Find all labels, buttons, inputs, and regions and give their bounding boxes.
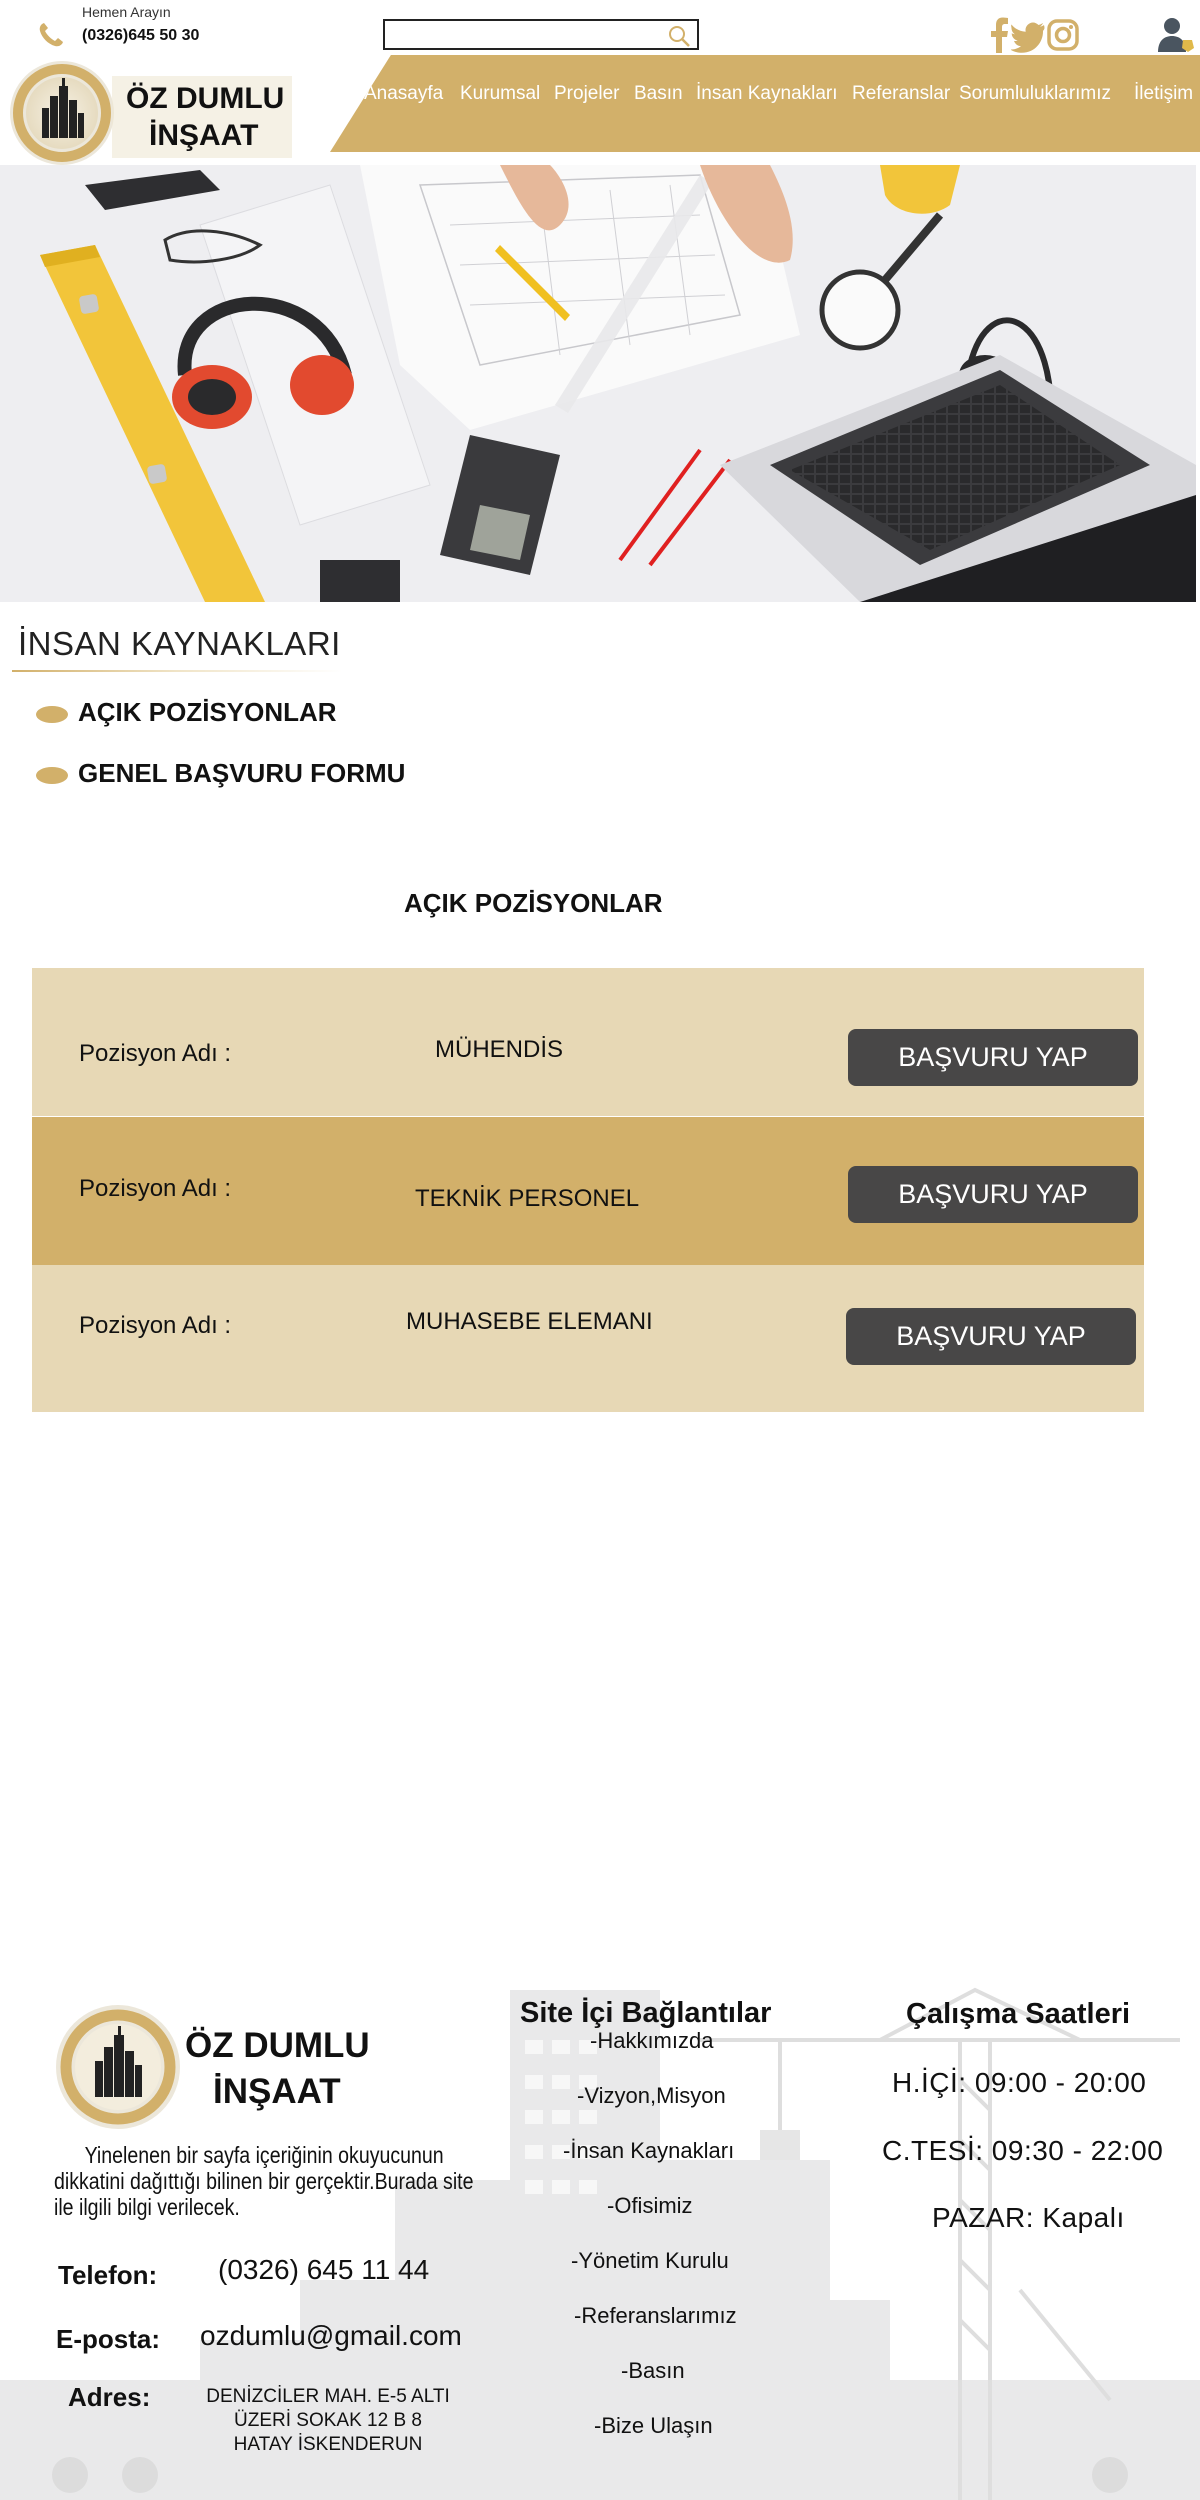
company-logo[interactable]: ÖZ DUMLU İNŞAAT — [4, 58, 294, 168]
footer-description: Yinelenen bir sayfa içeriğinin okuyucunu… — [54, 2142, 474, 2220]
footer-logo[interactable]: ÖZ DUMLU İNŞAAT — [48, 1999, 378, 2134]
phone-label: Telefon: — [58, 2260, 158, 2290]
instagram-icon[interactable] — [1046, 17, 1080, 53]
footer-link-yonetim-kurulu[interactable]: -Yönetim Kurulu — [571, 2248, 729, 2274]
position-row: Pozisyon Adı : TEKNİK PERSONEL BAŞVURU Y… — [32, 1117, 1144, 1265]
nav-bar: Anasayfa Kurumsal Projeler Basın İnsan K… — [330, 55, 1200, 152]
footer-phone[interactable]: (0326) 645 11 44 — [218, 2254, 429, 2286]
brand-line1: ÖZ DUMLU — [126, 82, 284, 115]
position-row: Pozisyon Adı : MUHASEBE ELEMANI BAŞVURU … — [32, 1265, 1144, 1412]
main-nav: Anasayfa Kurumsal Projeler Basın İnsan K… — [330, 55, 1200, 152]
position-name: MÜHENDİS — [435, 1036, 564, 1063]
open-positions-link[interactable]: AÇIK POZİSYONLAR — [36, 697, 337, 728]
apply-button[interactable]: BAŞVURU YAP — [848, 1029, 1138, 1086]
hours-weekdays: H.İÇİ: 09:00 - 20:00 — [892, 2067, 1147, 2098]
open-positions-label: AÇIK POZİSYONLAR — [78, 697, 337, 727]
footer-link-insan-kaynaklari[interactable]: -İnsan Kaynakları — [563, 2138, 734, 2164]
address-line: ÜZERİ SOKAK 12 B 8 — [234, 2410, 422, 2431]
footer-link-vizyon[interactable]: -Vizyon,Misyon — [577, 2083, 726, 2109]
search-icon[interactable] — [667, 24, 691, 48]
position-name: MUHASEBE ELEMANI — [406, 1308, 653, 1335]
position-label: Pozisyon Adı : — [79, 1175, 232, 1202]
position-label: Pozisyon Adı : — [79, 1312, 232, 1339]
position-name: TEKNİK PERSONEL — [415, 1185, 640, 1212]
hours-title: Çalışma Saatleri — [906, 1998, 1131, 2030]
section-title: İNSAN KAYNAKLARI — [18, 625, 341, 662]
twitter-icon[interactable] — [1011, 17, 1045, 53]
footer-link-basin[interactable]: -Basın — [621, 2358, 685, 2384]
address-line: HATAY İSKENDERUN — [233, 2434, 423, 2455]
position-row: Pozisyon Adı : MÜHENDİS BAŞVURU YAP — [32, 968, 1144, 1116]
address-line: DENİZCİLER MAH. E-5 ALTI — [206, 2386, 450, 2407]
address-label: Adres: — [68, 2382, 151, 2412]
position-label: Pozisyon Adı : — [79, 1040, 232, 1067]
footer-link-ofisimiz[interactable]: -Ofisimiz — [607, 2193, 693, 2219]
bullet-icon — [36, 766, 68, 784]
nav-sorumluluklarimiz[interactable]: Sorumluluklarımız — [959, 83, 1111, 105]
nav-kurumsal[interactable]: Kurumsal — [460, 83, 540, 105]
positions-heading: AÇIK POZİSYONLAR — [404, 888, 663, 918]
footer-brand-line2: İNŞAAT — [213, 2072, 341, 2111]
hours-saturday: C.TESİ: 09:30 - 22:00 — [882, 2135, 1164, 2166]
apply-button[interactable]: BAŞVURU YAP — [848, 1166, 1138, 1223]
nav-referanslar[interactable]: Referanslar — [852, 83, 950, 105]
nav-basin[interactable]: Basın — [634, 83, 683, 105]
footer-links-title: Site İçi Bağlantılar — [520, 1997, 772, 2029]
call-label: Hemen Arayın — [82, 4, 171, 20]
nav-projeler[interactable]: Projeler — [554, 83, 619, 105]
section-underline — [12, 670, 342, 672]
facebook-icon[interactable] — [988, 17, 1010, 53]
apply-button[interactable]: BAŞVURU YAP — [846, 1308, 1136, 1365]
footer-address: DENİZCİLER MAH. E-5 ALTI ÜZERİ SOKAK 12 … — [204, 2385, 452, 2457]
email-label: E-posta: — [56, 2324, 160, 2354]
user-account-icon[interactable] — [1156, 14, 1196, 54]
footer-link-hakkimizda[interactable]: -Hakkımızda — [590, 2028, 713, 2054]
search-input[interactable] — [383, 19, 699, 50]
general-application-link[interactable]: GENEL BAŞVURU FORMU — [36, 758, 405, 789]
nav-iletisim[interactable]: İletişim — [1134, 83, 1193, 105]
nav-insan-kaynaklari[interactable]: İnsan Kaynakları — [696, 83, 838, 105]
bullet-icon — [36, 705, 68, 723]
nav-anasayfa[interactable]: Anasayfa — [364, 83, 443, 105]
hero-image — [0, 165, 1196, 602]
footer-link-referanslarimiz[interactable]: -Referanslarımız — [574, 2303, 737, 2329]
footer-email[interactable]: ozdumlu@gmail.com — [200, 2320, 462, 2352]
footer-brand-line1: ÖZ DUMLU — [185, 2026, 370, 2065]
phone-icon — [39, 23, 63, 47]
general-application-label: GENEL BAŞVURU FORMU — [78, 758, 406, 788]
brand-line2: İNŞAAT — [149, 119, 258, 152]
phone-number[interactable]: (0326)645 50 30 — [82, 27, 199, 45]
hours-sunday: PAZAR: Kapalı — [932, 2202, 1125, 2233]
footer-link-bize-ulasin[interactable]: -Bize Ulaşın — [594, 2413, 713, 2439]
page: { "topbar": { "call_label": "Hemen Arayı… — [0, 0, 1200, 2500]
